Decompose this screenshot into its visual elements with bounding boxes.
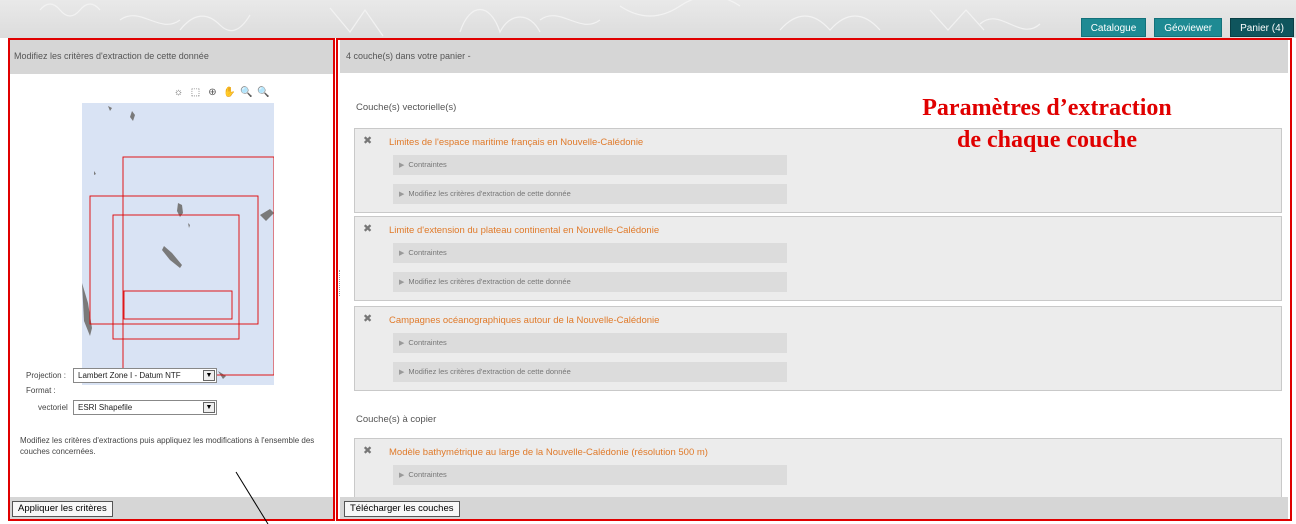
tab-panier[interactable]: Panier (4) <box>1230 18 1294 37</box>
left-annotation-frame <box>8 38 335 521</box>
top-banner: Catalogue Géoviewer Panier (4) <box>0 0 1296 38</box>
main-nav: Catalogue Géoviewer Panier (4) <box>1080 18 1294 37</box>
annotation-line-1: Paramètres d’extraction <box>922 95 1172 121</box>
tab-catalogue[interactable]: Catalogue <box>1080 18 1147 37</box>
annotation-line-2: de chaque couche <box>957 127 1137 153</box>
tab-geoviewer[interactable]: Géoviewer <box>1154 18 1223 37</box>
annotation-callout: Paramètres d’extraction de chaque couche <box>862 92 1232 156</box>
